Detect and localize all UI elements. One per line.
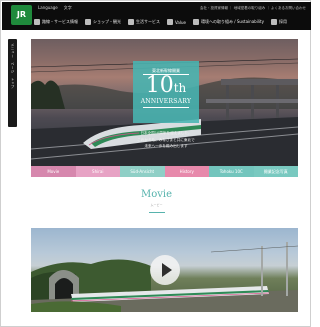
section-divider — [149, 212, 165, 213]
nav-item-sustainability[interactable]: 環境への取り組み / Sustainability — [192, 19, 264, 25]
global-nav: 路線・サービス情報 ショップ・観光 生活サービス Value 環境への取り組み … — [34, 15, 287, 29]
side-menu-tab[interactable]: メニュー ページ トップ — [8, 39, 17, 127]
nav-item-shop[interactable]: ショップ・観光 — [85, 19, 121, 25]
page-frame: JR Language 文字 会社・投資家情報 ｜ 地域密着の取り組み ｜ よく… — [0, 0, 311, 327]
nav-label: Value — [175, 19, 186, 25]
nav-label: 路線・サービス情報 — [42, 19, 78, 24]
section-subtitle: ムービー — [150, 203, 163, 207]
jr-logo[interactable]: JR — [11, 5, 32, 25]
nav-item-value[interactable]: Value — [167, 19, 186, 25]
value-icon — [167, 19, 173, 25]
header-right-links[interactable]: 会社・投資家情報 ｜ 地域密着の取り組み ｜ よくあるお問い合わせ — [200, 4, 306, 12]
site-header: JR Language 文字 会社・投資家情報 ｜ 地域密着の取り組み ｜ よく… — [2, 2, 311, 30]
video-player[interactable] — [31, 228, 298, 312]
nav-label: 環境への取り組み / Sustainability — [200, 19, 264, 24]
train-icon — [34, 19, 40, 25]
nav-label: 採用 — [278, 19, 287, 24]
side-menu-label: メニュー ページ トップ — [11, 43, 15, 89]
badge-anniversary-text: ANNIVERSARY — [140, 98, 192, 105]
service-icon — [128, 19, 134, 25]
nav-item-recruit[interactable]: 採用 — [270, 19, 287, 25]
tab-history[interactable]: History — [164, 166, 209, 177]
hero-message: 日本全国10周年を迎えました。 これからも、みなさまと共に東北で 未来へ一歩を踏… — [111, 130, 221, 150]
tab-movie[interactable]: Movie — [31, 166, 76, 177]
nav-label: 生活サービス — [136, 19, 160, 24]
badge-number: 10th — [145, 73, 187, 98]
tab-tohoku-10c[interactable]: Tohoku 10C — [209, 166, 254, 177]
nav-item-services[interactable]: 生活サービス — [128, 19, 160, 25]
section-title: Movie — [140, 189, 173, 200]
section-tabs: Movie Shirai Süd-Ansicht History Tohoku … — [31, 166, 298, 177]
tab-commemorative-photos[interactable]: 開業記念写真 — [253, 166, 298, 177]
header-utility-links: Language 文字 — [38, 4, 72, 12]
tab-sud-ansicht[interactable]: Süd-Ansicht — [120, 166, 165, 177]
badge-rule-bottom — [143, 107, 189, 108]
hero-message-line: 未来へ一歩を踏み出します — [144, 144, 188, 148]
nav-label: ショップ・観光 — [93, 19, 121, 24]
tab-shirai[interactable]: Shirai — [75, 166, 120, 177]
anniversary-badge: 東北新幹線開業 10th ANNIVERSARY — [133, 61, 199, 123]
nav-item-routes[interactable]: 路線・サービス情報 — [34, 19, 78, 25]
book-icon — [270, 19, 277, 25]
language-link[interactable]: Language — [38, 4, 58, 12]
leaf-icon — [192, 19, 199, 25]
play-icon[interactable] — [150, 255, 180, 285]
text-size-link[interactable]: 文字 — [64, 4, 72, 12]
hero-banner: 東北新幹線開業 10th ANNIVERSARY 日本全国10周年を迎えました。… — [31, 39, 298, 166]
shop-icon — [85, 19, 91, 25]
